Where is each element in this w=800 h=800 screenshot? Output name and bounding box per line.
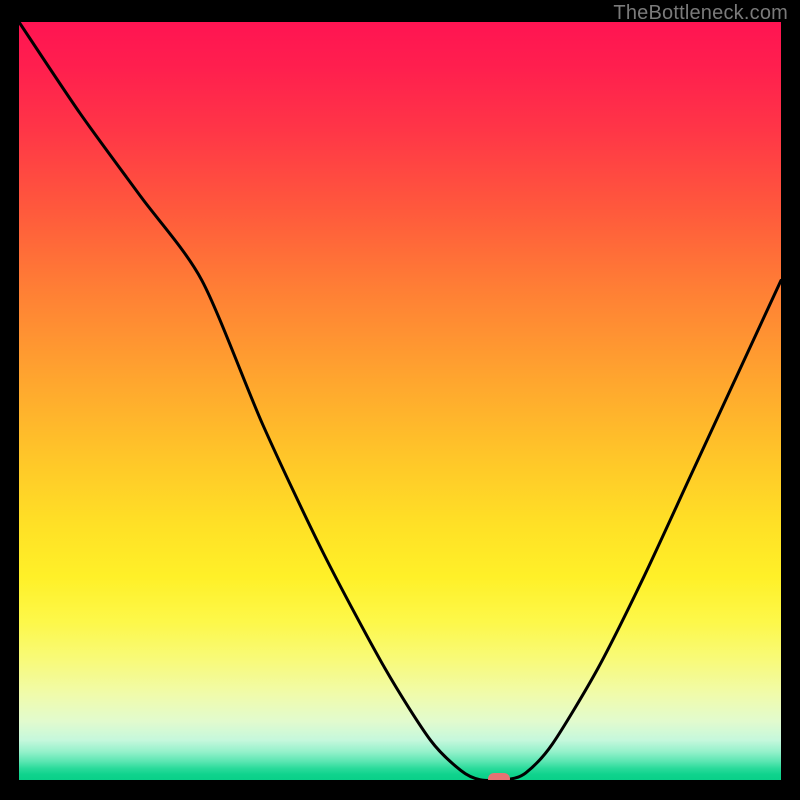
x-axis-baseline xyxy=(19,780,781,782)
watermark-text: TheBottleneck.com xyxy=(613,2,788,25)
bottleneck-curve xyxy=(19,22,781,782)
plot-area xyxy=(19,22,781,782)
chart-frame: TheBottleneck.com xyxy=(0,0,800,800)
